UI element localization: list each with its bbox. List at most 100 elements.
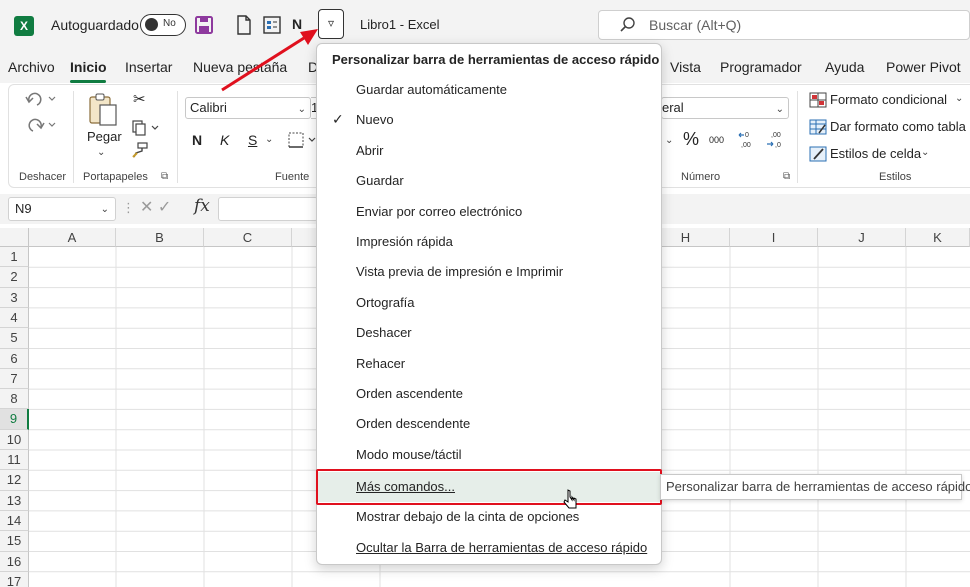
tab-ayuda[interactable]: Ayuda	[825, 59, 864, 75]
menu-item[interactable]: Vista previa de impresión e Imprimir	[318, 257, 662, 287]
check-icon: ✓	[332, 111, 344, 128]
row-header[interactable]: 2	[0, 267, 29, 288]
percent-button[interactable]: %	[683, 129, 699, 150]
menu-item[interactable]: Deshacer	[318, 318, 662, 348]
tab-vista[interactable]: Vista	[670, 59, 701, 75]
cell-styles-button[interactable]: Estilos de celda	[830, 146, 921, 161]
conditional-format-icon[interactable]	[809, 92, 827, 108]
autosave-label: Autoguardado	[51, 17, 139, 33]
row-header[interactable]: 7	[0, 368, 29, 390]
highlight-box-annotation	[316, 469, 662, 505]
accounting-chevron-icon[interactable]: ⌄	[665, 135, 673, 146]
new-document-icon[interactable]	[234, 14, 254, 36]
row-header[interactable]: 14	[0, 510, 29, 532]
insert-function-button[interactable]: fx	[194, 196, 210, 216]
underline-button[interactable]: S	[248, 132, 257, 148]
bold-button[interactable]: N	[192, 132, 202, 148]
column-header-i[interactable]: I	[730, 228, 818, 247]
paste-chevron-icon[interactable]: ⌄	[97, 147, 105, 158]
row-header[interactable]: 6	[0, 348, 29, 369]
row-header[interactable]: 17	[0, 571, 29, 587]
cut-icon[interactable]: ✂	[133, 90, 146, 108]
format-table-icon[interactable]	[809, 119, 827, 135]
increase-decimal-icon[interactable]: 0 ,00	[737, 129, 759, 151]
formula-input[interactable]	[218, 197, 318, 221]
menu-item[interactable]: Orden descendente	[318, 409, 662, 439]
menu-item-show-below-ribbon[interactable]: Mostrar debajo de la cinta de opciones	[318, 502, 662, 532]
menu-item[interactable]: Impresión rápida	[318, 227, 662, 257]
search-box[interactable]	[598, 10, 970, 40]
search-input[interactable]	[649, 15, 949, 35]
tab-power-pivot[interactable]: Power Pivot	[886, 59, 961, 75]
menu-item[interactable]: Enviar por correo electrónico	[318, 197, 662, 227]
row-header[interactable]: 5	[0, 328, 29, 349]
chevron-down-icon: ⌄	[775, 104, 784, 115]
group-divider	[177, 91, 178, 183]
qat-customize-dropdown-button[interactable]: ▿	[318, 9, 344, 39]
menu-item[interactable]: Abrir	[318, 136, 662, 166]
row-header[interactable]: 4	[0, 307, 29, 329]
row-header[interactable]: 12	[0, 470, 29, 491]
menu-item[interactable]: Orden ascendente	[318, 379, 662, 409]
row-header[interactable]: 8	[0, 389, 29, 410]
chevron-down-icon[interactable]: ⌄	[955, 93, 963, 104]
form-icon[interactable]	[262, 14, 282, 36]
menu-item[interactable]: Ortografía	[318, 288, 662, 318]
name-box[interactable]: N9 ⌄	[8, 197, 116, 221]
autosave-toggle[interactable]: No	[140, 14, 186, 36]
tab-nueva-pestana[interactable]: Nueva pestaña	[193, 59, 287, 75]
menu-item-hide-qat[interactable]: Ocultar la Barra de herramientas de acce…	[318, 533, 662, 563]
svg-text:,00: ,00	[771, 132, 781, 139]
chevron-down-icon[interactable]: ⌄	[921, 147, 929, 158]
menu-item[interactable]: Guardar	[318, 166, 662, 196]
qat-letter-n[interactable]: N	[292, 16, 312, 38]
paste-icon[interactable]	[87, 91, 119, 127]
conditional-format-button[interactable]: Formato condicional	[830, 92, 947, 107]
cancel-enter-icons[interactable]: ✕ ✓	[140, 197, 171, 217]
row-header[interactable]: 3	[0, 287, 29, 308]
undo-icon[interactable]	[23, 89, 59, 109]
tab-programador[interactable]: Programador	[720, 59, 802, 75]
row-header[interactable]: 16	[0, 551, 29, 572]
menu-item[interactable]: ✓ Nuevo	[318, 105, 662, 135]
number-launcher-icon[interactable]: ⧉	[783, 171, 790, 182]
tab-inicio[interactable]: Inicio	[70, 59, 107, 75]
borders-icon[interactable]	[287, 131, 317, 149]
row-header[interactable]: 11	[0, 450, 29, 471]
svg-text:,0: ,0	[775, 142, 781, 149]
group-label-number: Número	[681, 171, 721, 183]
decrease-decimal-icon[interactable]: ,00 ,0	[765, 129, 787, 151]
column-header-j[interactable]: J	[818, 228, 906, 247]
menu-item[interactable]: Guardar automáticamente	[318, 75, 662, 105]
row-header[interactable]: 9	[0, 409, 29, 430]
name-box-value: N9	[15, 201, 32, 216]
tab-archivo[interactable]: Archivo	[8, 59, 55, 75]
column-header-c[interactable]: C	[204, 228, 292, 247]
row-header[interactable]: 15	[0, 531, 29, 552]
row-header[interactable]: 10	[0, 429, 29, 451]
clipboard-launcher-icon[interactable]: ⧉	[161, 171, 168, 182]
number-format-select[interactable]: eral ⌄	[661, 97, 789, 119]
format-as-table-button[interactable]: Dar formato como tabla	[830, 119, 966, 134]
row-header[interactable]: 13	[0, 490, 29, 511]
tab-insertar[interactable]: Insertar	[125, 59, 172, 75]
menu-item[interactable]: Rehacer	[318, 349, 662, 379]
redo-icon[interactable]	[23, 115, 59, 135]
format-painter-icon[interactable]	[131, 141, 149, 159]
column-header-a[interactable]: A	[29, 228, 116, 247]
font-name-select[interactable]: Calibri ⌄	[185, 97, 311, 119]
menu-item[interactable]: Modo mouse/táctil	[318, 440, 662, 470]
excel-logo-icon: X	[14, 16, 34, 36]
column-header-k[interactable]: K	[906, 228, 970, 247]
thousands-separator-button[interactable]: 000	[709, 135, 724, 145]
save-icon[interactable]	[194, 14, 214, 36]
copy-icon[interactable]	[131, 119, 161, 137]
chevron-down-icon[interactable]: ⌄	[101, 199, 109, 221]
underline-chevron-icon[interactable]: ⌄	[265, 134, 273, 145]
select-all-corner[interactable]	[0, 228, 29, 247]
column-header-b[interactable]: B	[116, 228, 204, 247]
italic-button[interactable]: K	[220, 132, 229, 148]
row-header[interactable]: 1	[0, 247, 29, 268]
cell-styles-icon[interactable]	[809, 146, 827, 162]
paste-label[interactable]: Pegar	[87, 129, 122, 144]
